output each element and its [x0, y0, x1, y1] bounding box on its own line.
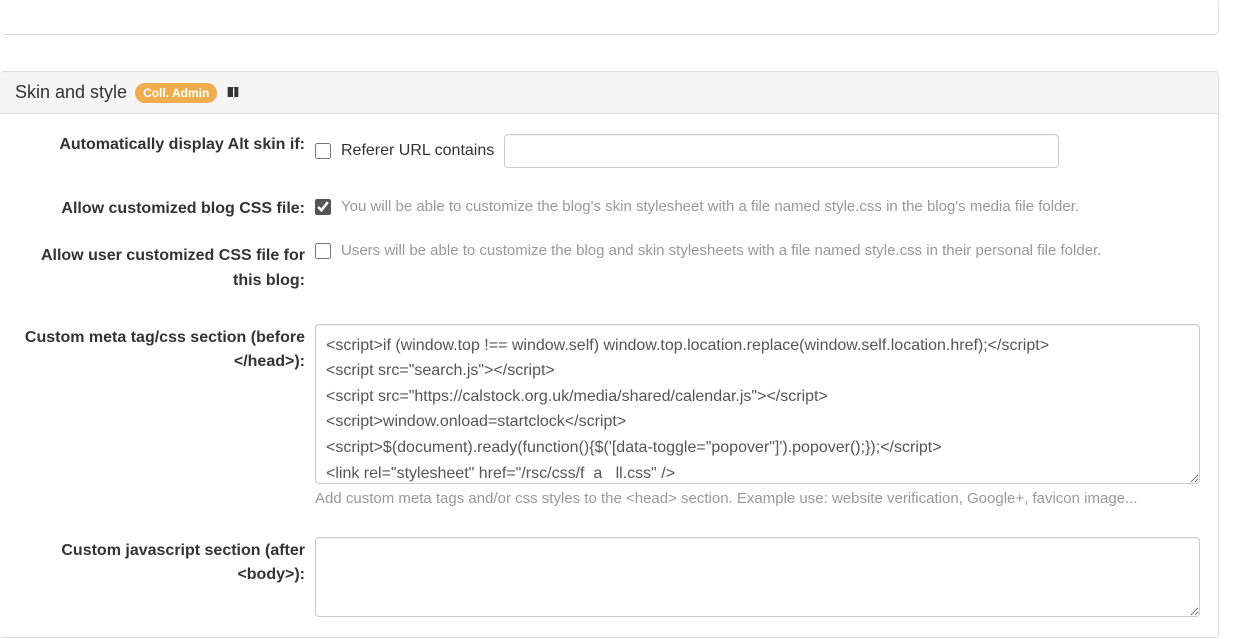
- book-icon[interactable]: [225, 85, 241, 101]
- label-custom-head: Custom meta tag/css section (before </he…: [15, 324, 315, 376]
- help-allow-user-css: Users will be able to customize the blog…: [341, 242, 1101, 259]
- help-custom-head: Add custom meta tags and/or css styles t…: [315, 490, 1203, 507]
- checkbox-referer-url[interactable]: [315, 143, 331, 159]
- previous-panel-bottom: [0, 0, 1219, 35]
- label-custom-body: Custom javascript section (after <body>)…: [15, 537, 315, 589]
- panel-body: Automatically display Alt skin if: Refer…: [0, 114, 1218, 637]
- help-allow-blog-css: You will be able to customize the blog's…: [341, 198, 1079, 215]
- label-allow-blog-css: Allow customized blog CSS file:: [15, 198, 315, 218]
- skin-and-style-panel: Skin and style Coll. Admin Automatically…: [0, 71, 1219, 638]
- checkbox-allow-user-css[interactable]: [315, 243, 331, 259]
- panel-header: Skin and style Coll. Admin: [0, 72, 1218, 114]
- label-alt-skin: Automatically display Alt skin if:: [15, 134, 315, 154]
- row-allow-user-css: Allow user customized CSS file for this …: [15, 242, 1203, 294]
- row-alt-skin: Automatically display Alt skin if: Refer…: [15, 134, 1203, 168]
- row-custom-body: Custom javascript section (after <body>)…: [15, 537, 1203, 617]
- textarea-custom-body[interactable]: [315, 537, 1200, 617]
- row-custom-head: Custom meta tag/css section (before </he…: [15, 324, 1203, 507]
- input-referer-url[interactable]: [504, 134, 1059, 168]
- checkbox-allow-blog-css[interactable]: [315, 199, 331, 215]
- panel-title: Skin and style: [15, 82, 127, 103]
- textarea-custom-head[interactable]: [315, 324, 1200, 484]
- row-allow-blog-css: Allow customized blog CSS file: You will…: [15, 198, 1203, 218]
- label-allow-user-css: Allow user customized CSS file for this …: [15, 242, 315, 294]
- coll-admin-badge: Coll. Admin: [135, 83, 217, 103]
- checkbox-label-referer: Referer URL contains: [341, 142, 494, 160]
